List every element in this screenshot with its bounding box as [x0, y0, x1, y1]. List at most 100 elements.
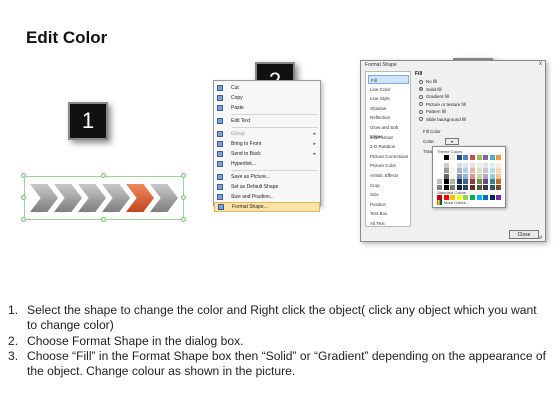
- theme-color-swatch[interactable]: [476, 155, 482, 160]
- sidebar-item-3-d-format[interactable]: 3-D Format: [368, 133, 409, 142]
- more-colors-item[interactable]: More Colors...: [437, 200, 469, 205]
- sidebar-item-line-color[interactable]: Line Color: [368, 85, 409, 94]
- theme-color-swatch[interactable]: [456, 162, 462, 168]
- theme-color-swatch[interactable]: [483, 162, 489, 168]
- theme-color-swatch[interactable]: [450, 168, 456, 173]
- standard-color-swatch[interactable]: [470, 195, 475, 200]
- resize-handle[interactable]: [21, 173, 26, 178]
- standard-color-swatch[interactable]: [483, 195, 489, 200]
- theme-color-swatch[interactable]: [483, 179, 489, 184]
- theme-color-swatch[interactable]: [456, 155, 462, 160]
- theme-color-swatch[interactable]: [450, 162, 456, 168]
- standard-color-swatch[interactable]: [463, 195, 469, 200]
- theme-color-swatch[interactable]: [443, 173, 449, 179]
- theme-color-swatch[interactable]: [437, 184, 442, 190]
- theme-color-swatch[interactable]: [489, 179, 495, 184]
- sidebar-item-text-box[interactable]: Text Box: [368, 209, 409, 218]
- menu-item-copy[interactable]: Copy: [214, 93, 320, 103]
- theme-color-swatch[interactable]: [463, 162, 469, 168]
- theme-color-swatch[interactable]: [489, 184, 495, 190]
- theme-color-swatch[interactable]: [489, 168, 495, 173]
- resize-handle[interactable]: [181, 195, 186, 200]
- sidebar-item-picture-corrections[interactable]: Picture Corrections: [368, 152, 409, 161]
- theme-color-swatch[interactable]: [470, 173, 475, 179]
- menu-item-edit-text[interactable]: Edit Text: [214, 116, 320, 126]
- theme-color-swatch[interactable]: [470, 184, 475, 190]
- theme-color-swatch[interactable]: [463, 179, 469, 184]
- theme-color-swatch[interactable]: [450, 173, 456, 179]
- sidebar-item-fill[interactable]: Fill: [368, 75, 409, 84]
- theme-color-swatch[interactable]: [443, 179, 449, 184]
- theme-color-swatch[interactable]: [476, 168, 482, 173]
- close-icon[interactable]: x: [539, 61, 542, 67]
- menu-item-size-and-position[interactable]: Size and Position...: [214, 192, 320, 202]
- close-button[interactable]: Close: [509, 230, 539, 239]
- sidebar-item-alt-text[interactable]: Alt Text: [368, 219, 409, 228]
- sidebar-item-line-style[interactable]: Line Style: [368, 94, 409, 103]
- standard-color-swatch[interactable]: [450, 195, 456, 200]
- theme-color-swatch[interactable]: [463, 184, 469, 190]
- resize-handle[interactable]: [101, 217, 106, 222]
- theme-color-swatch[interactable]: [489, 155, 495, 160]
- sidebar-item-3-d-rotation[interactable]: 3-D Rotation: [368, 142, 409, 151]
- theme-color-swatch[interactable]: [476, 184, 482, 190]
- theme-color-swatch[interactable]: [476, 173, 482, 179]
- theme-color-swatch[interactable]: [443, 184, 449, 190]
- theme-color-swatch[interactable]: [496, 155, 502, 160]
- menu-item-bring-to-front[interactable]: Bring to Front ▸: [214, 139, 320, 149]
- theme-color-swatch[interactable]: [496, 173, 502, 179]
- theme-color-swatch[interactable]: [450, 179, 456, 184]
- theme-color-swatch[interactable]: [476, 179, 482, 184]
- theme-color-swatch[interactable]: [483, 173, 489, 179]
- theme-color-swatch[interactable]: [496, 179, 502, 184]
- standard-color-swatch[interactable]: [443, 195, 449, 200]
- theme-color-swatch[interactable]: [443, 168, 449, 173]
- theme-color-swatch[interactable]: [437, 168, 442, 173]
- theme-color-swatch[interactable]: [456, 179, 462, 184]
- theme-color-swatch[interactable]: [483, 155, 489, 160]
- fill-option-radio[interactable]: Pattern fill: [419, 109, 446, 114]
- theme-color-swatch[interactable]: [489, 173, 495, 179]
- standard-color-swatch[interactable]: [476, 195, 482, 200]
- fill-option-radio[interactable]: Gradient fill: [419, 94, 449, 99]
- menu-item-send-to-back[interactable]: Send to Back ▸: [214, 149, 320, 159]
- theme-color-swatch[interactable]: [470, 168, 475, 173]
- theme-color-swatch[interactable]: [456, 173, 462, 179]
- sidebar-item-shadow[interactable]: Shadow: [368, 104, 409, 113]
- menu-item-cut[interactable]: Cut: [214, 83, 320, 93]
- theme-color-swatch[interactable]: [496, 162, 502, 168]
- menu-item-format-shape[interactable]: Format Shape...: [214, 202, 320, 212]
- menu-item-group[interactable]: Group ▸: [214, 129, 320, 139]
- resize-handle[interactable]: [21, 217, 26, 222]
- sidebar-item-glow-and-soft-edges[interactable]: Glow and Soft Edges: [368, 123, 409, 139]
- sidebar-item-crop[interactable]: Crop: [368, 181, 409, 190]
- theme-color-swatch[interactable]: [483, 184, 489, 190]
- theme-color-swatch[interactable]: [450, 155, 456, 160]
- sidebar-item-picture-color[interactable]: Picture Color: [368, 161, 409, 170]
- menu-item-save-as-picture[interactable]: Save as Picture...: [214, 172, 320, 182]
- menu-item-paste[interactable]: Paste: [214, 103, 320, 113]
- standard-color-swatch[interactable]: [496, 195, 502, 200]
- sidebar-item-reflection[interactable]: Reflection: [368, 113, 409, 122]
- chevron-shape-group[interactable]: [21, 173, 186, 222]
- theme-color-swatch[interactable]: [496, 184, 502, 190]
- menu-item-hyperlink[interactable]: Hyperlink...: [214, 159, 320, 169]
- theme-color-swatch[interactable]: [483, 168, 489, 173]
- theme-color-swatch[interactable]: [463, 155, 469, 160]
- resize-handle[interactable]: [181, 173, 186, 178]
- theme-color-swatch[interactable]: [463, 173, 469, 179]
- standard-color-swatch[interactable]: [456, 195, 462, 200]
- standard-color-swatch[interactable]: [437, 195, 442, 200]
- resize-handle[interactable]: [101, 173, 106, 178]
- theme-color-swatch[interactable]: [463, 168, 469, 173]
- resize-handle[interactable]: [181, 217, 186, 222]
- color-dropdown-button[interactable]: ▾: [445, 138, 459, 145]
- theme-color-swatch[interactable]: [450, 184, 456, 190]
- resize-handle[interactable]: [21, 195, 26, 200]
- theme-color-swatch[interactable]: [470, 179, 475, 184]
- sidebar-item-artistic-effects[interactable]: Artistic Effects: [368, 171, 409, 180]
- theme-color-swatch[interactable]: [489, 162, 495, 168]
- fill-option-radio[interactable]: Slide background fill: [419, 117, 466, 122]
- sidebar-item-position[interactable]: Position: [368, 200, 409, 209]
- fill-option-radio[interactable]: Picture or texture fill: [419, 102, 466, 107]
